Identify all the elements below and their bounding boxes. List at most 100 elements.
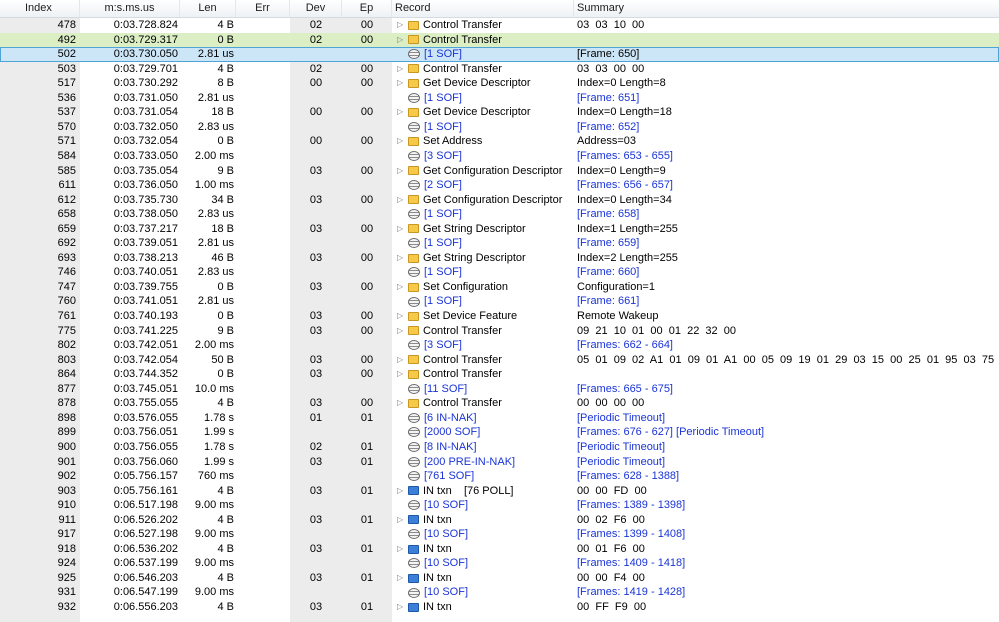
table-row[interactable]: 570 0:03.732.050 2.83 us [1 SOF] [Frame: 652…	[0, 120, 999, 135]
table-row[interactable]: 517 0:03.730.292 8 B 00 00 ▷ Get Device Descri…	[0, 76, 999, 91]
record-label: Control Transfer	[423, 33, 502, 46]
table-row[interactable]: 478 0:03.728.824 4 B 02 00 ▷ Control Transfer 0…	[0, 18, 999, 33]
expand-triangle-icon[interactable]: ▷	[397, 571, 405, 586]
table-row[interactable]: 910 0:06.517.198 9.00 ms [10 SOF] [Frames: 1…	[0, 498, 999, 513]
table-row[interactable]: 571 0:03.732.054 0 B 00 00 ▷ Set Address Addres…	[0, 134, 999, 149]
row-length: 2.81 us	[197, 48, 234, 61]
table-row[interactable]: 761 0:03.740.193 0 B 03 00 ▷ Set Device Featur…	[0, 309, 999, 324]
row-endpoint: 01	[360, 455, 374, 468]
table-row[interactable]: 903 0:05.756.161 4 B 03 01 ▷ IN txn [76 POLL] 0…	[0, 484, 999, 499]
row-length: 18 B	[211, 222, 234, 235]
row-index: 692	[57, 237, 76, 250]
column-header-index[interactable]: Index	[0, 0, 80, 17]
column-header-dev[interactable]: Dev	[290, 0, 342, 17]
expand-triangle-icon[interactable]: ▷	[397, 513, 405, 528]
table-row[interactable]: 911 0:06.526.202 4 B 03 01 ▷ IN txn 00 02 F6 00	[0, 513, 999, 528]
expand-triangle-icon[interactable]: ▷	[397, 193, 405, 208]
row-error	[236, 236, 290, 251]
expand-triangle-icon[interactable]: ▷	[397, 353, 405, 368]
record-label: Get Configuration Descriptor	[423, 164, 563, 177]
column-header-err[interactable]: Err	[236, 0, 290, 17]
row-summary: [Frame: 651]	[577, 91, 640, 104]
column-header-ep[interactable]: Ep	[342, 0, 392, 17]
row-device: 03	[309, 484, 323, 497]
expand-triangle-icon[interactable]: ▷	[397, 222, 405, 237]
table-row[interactable]: 536 0:03.731.050 2.81 us [1 SOF] [Frame: 651…	[0, 91, 999, 106]
table-row[interactable]: 585 0:03.735.054 9 B 03 00 ▷ Get Configuration…	[0, 164, 999, 179]
row-error	[236, 309, 290, 324]
table-row[interactable]: 932 0:06.556.203 4 B 03 01 ▷ IN txn 00 FF F9 00	[0, 600, 999, 615]
expand-triangle-icon[interactable]: ▷	[397, 105, 405, 120]
expand-triangle-icon[interactable]: ▷	[397, 134, 405, 149]
row-index: 900	[57, 440, 76, 453]
expand-triangle-icon[interactable]: ▷	[397, 18, 405, 33]
column-header-summary[interactable]: Summary	[574, 0, 999, 17]
record-label: [6 IN-NAK]	[424, 411, 477, 424]
table-row[interactable]: 864 0:03.744.352 0 B 03 00 ▷ Control Transfer	[0, 367, 999, 382]
record-label: Control Transfer	[423, 62, 502, 75]
table-row[interactable]: 877 0:03.745.051 10.0 ms [11 SOF] [Frames: 6…	[0, 382, 999, 397]
column-header-time[interactable]: m:s.ms.us	[80, 0, 180, 17]
row-index: 693	[57, 251, 76, 264]
table-row[interactable]: 611 0:03.736.050 1.00 ms [2 SOF] [Frames: 65…	[0, 178, 999, 193]
row-endpoint: 01	[360, 484, 374, 497]
record-label: [1 SOF]	[424, 120, 462, 133]
table-row[interactable]: 775 0:03.741.225 9 B 03 00 ▷ Control Transfer 0…	[0, 324, 999, 339]
row-length: 2.81 us	[197, 295, 234, 308]
expand-triangle-icon[interactable]: ▷	[397, 33, 405, 48]
table-row[interactable]: 902 0:05.756.157 760 ms [761 SOF] [Frames: 6…	[0, 469, 999, 484]
row-index: 571	[57, 135, 76, 148]
expand-triangle-icon[interactable]: ▷	[397, 324, 405, 339]
table-row[interactable]: 658 0:03.738.050 2.83 us [1 SOF] [Frame: 658…	[0, 207, 999, 222]
expand-triangle-icon[interactable]: ▷	[397, 62, 405, 77]
table-row[interactable]: 931 0:06.547.199 9.00 ms [10 SOF] [Frames: 1…	[0, 585, 999, 600]
table-row[interactable]: 901 0:03.756.060 1.99 s 03 01 [200 PRE-IN-NAK…	[0, 455, 999, 470]
sof-stack-icon	[408, 209, 420, 220]
table-row[interactable]: 917 0:06.527.198 9.00 ms [10 SOF] [Frames: 1…	[0, 527, 999, 542]
sof-stack-icon	[408, 587, 420, 598]
table-row[interactable]: 802 0:03.742.051 2.00 ms [3 SOF] [Frames: 66…	[0, 338, 999, 353]
table-row[interactable]: 918 0:06.536.202 4 B 03 01 ▷ IN txn 00 01 F6 00	[0, 542, 999, 557]
expand-triangle-icon[interactable]: ▷	[397, 600, 405, 615]
table-row[interactable]: 900 0:03.756.055 1.78 s 02 01 [8 IN-NAK] [Peri…	[0, 440, 999, 455]
row-length: 4 B	[217, 513, 234, 526]
expand-triangle-icon[interactable]: ▷	[397, 251, 405, 266]
expand-triangle-icon[interactable]: ▷	[397, 280, 405, 295]
expand-triangle-icon[interactable]: ▷	[397, 164, 405, 179]
table-row[interactable]: 803 0:03.742.054 50 B 03 00 ▷ Control Transfer…	[0, 353, 999, 368]
table-row[interactable]: 584 0:03.733.050 2.00 ms [3 SOF] [Frames: 65…	[0, 149, 999, 164]
record-label: [3 SOF]	[424, 339, 462, 352]
folder-icon	[408, 369, 419, 379]
expand-triangle-icon[interactable]: ▷	[397, 76, 405, 91]
table-row[interactable]: 899 0:03.756.051 1.99 s [2000 SOF] [Frames: …	[0, 425, 999, 440]
row-summary: Remote Wakeup	[577, 310, 659, 322]
expand-triangle-icon[interactable]: ▷	[397, 396, 405, 411]
expand-triangle-icon[interactable]: ▷	[397, 484, 405, 499]
table-row[interactable]: 492 0:03.729.317 0 B 02 00 ▷ Control Transfer	[0, 32, 999, 48]
table-row[interactable]: 746 0:03.740.051 2.83 us [1 SOF] [Frame: 660…	[0, 265, 999, 280]
table-row[interactable]: 659 0:03.737.217 18 B 03 00 ▷ Get String Descr…	[0, 222, 999, 237]
table-row[interactable]: 747 0:03.739.755 0 B 03 00 ▷ Set Configuration…	[0, 280, 999, 295]
column-header-len[interactable]: Len	[180, 0, 236, 17]
table-row[interactable]: 537 0:03.731.054 18 B 00 00 ▷ Get Device Descr…	[0, 105, 999, 120]
expand-triangle-icon[interactable]: ▷	[397, 309, 405, 324]
expand-triangle-icon[interactable]: ▷	[397, 542, 405, 557]
row-device: 03	[309, 368, 323, 381]
column-header-record[interactable]: Record	[392, 0, 574, 17]
table-row[interactable]: 760 0:03.741.051 2.81 us [1 SOF] [Frame: 661…	[0, 294, 999, 309]
row-length: 2.81 us	[197, 91, 234, 104]
table-row[interactable]: 692 0:03.739.051 2.81 us [1 SOF] [Frame: 659…	[0, 236, 999, 251]
table-row[interactable]: 878 0:03.755.055 4 B 03 00 ▷ Control Transfer 0…	[0, 396, 999, 411]
table-row[interactable]: 693 0:03.738.213 46 B 03 00 ▷ Get String Descr…	[0, 251, 999, 266]
expand-triangle-icon[interactable]: ▷	[397, 367, 405, 382]
table-row[interactable]: 612 0:03.735.730 34 B 03 00 ▷ Get Configuratio…	[0, 193, 999, 208]
table-row[interactable]: 502 0:03.730.050 2.81 us [1 SOF] [Frame: 650…	[0, 47, 999, 62]
table-row[interactable]: 924 0:06.537.199 9.00 ms [10 SOF] [Frames: 1…	[0, 556, 999, 571]
table-row[interactable]: 925 0:06.546.203 4 B 03 01 ▷ IN txn 00 00 F4 00	[0, 571, 999, 586]
record-label: Set Address	[423, 135, 483, 148]
transaction-list[interactable]: 478 0:03.728.824 4 B 02 00 ▷ Control Transfer 0…	[0, 18, 999, 622]
table-row[interactable]: 898 0:03.576.055 1.78 s 01 01 [6 IN-NAK] [Peri…	[0, 411, 999, 426]
row-timestamp: 0:05.756.157	[113, 470, 178, 483]
table-row[interactable]: 503 0:03.729.701 4 B 02 00 ▷ Control Transfer 0…	[0, 62, 999, 77]
row-endpoint	[342, 585, 392, 600]
